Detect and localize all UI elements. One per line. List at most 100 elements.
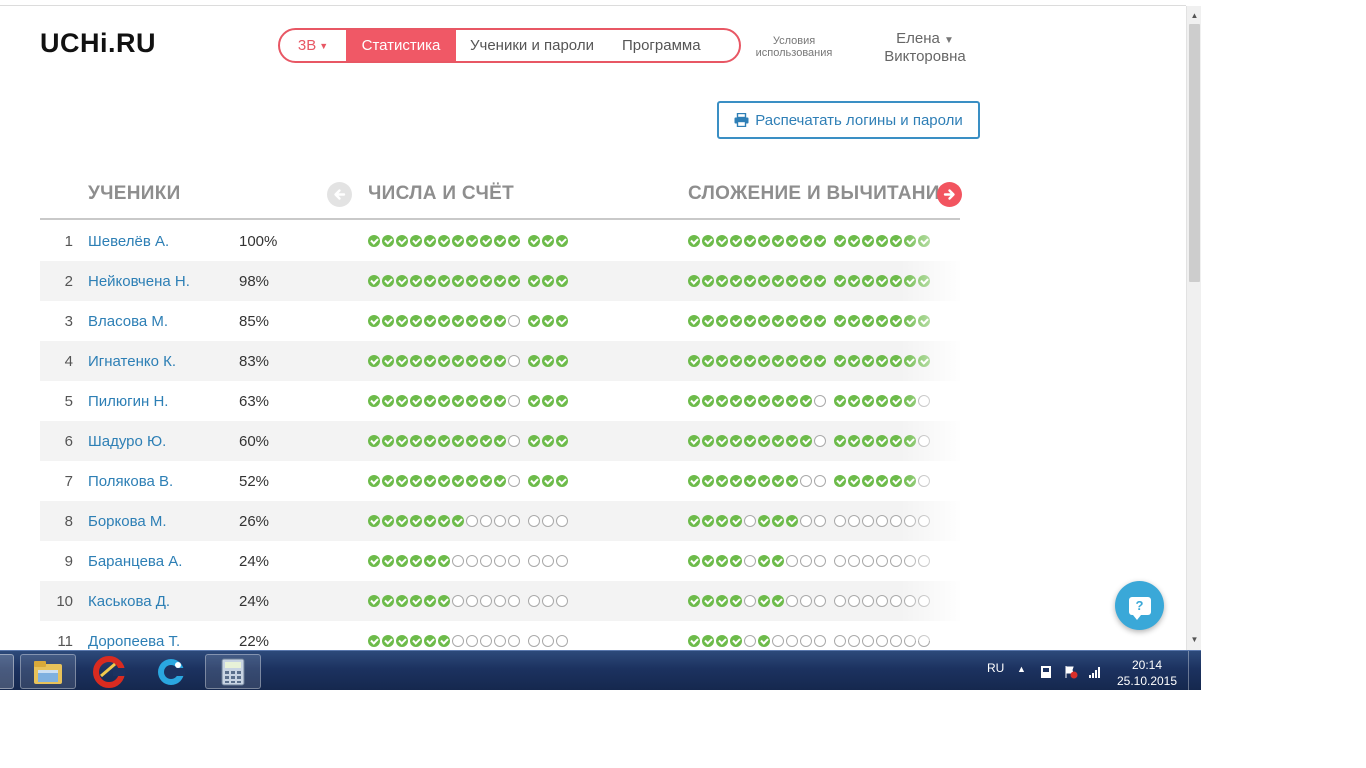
- lesson-done-icon[interactable]: [716, 315, 728, 327]
- lesson-done-icon[interactable]: [466, 355, 478, 367]
- lesson-done-icon[interactable]: [716, 595, 728, 607]
- lesson-pending-icon[interactable]: [494, 635, 506, 647]
- lesson-done-icon[interactable]: [730, 635, 742, 647]
- lesson-done-icon[interactable]: [786, 315, 798, 327]
- lesson-done-icon[interactable]: [702, 475, 714, 487]
- lesson-done-icon[interactable]: [438, 315, 450, 327]
- lesson-pending-icon[interactable]: [814, 515, 826, 527]
- lesson-done-icon[interactable]: [730, 435, 742, 447]
- lesson-done-icon[interactable]: [772, 435, 784, 447]
- lesson-done-icon[interactable]: [772, 595, 784, 607]
- lesson-done-icon[interactable]: [730, 515, 742, 527]
- student-name-link[interactable]: Каськова Д.: [88, 593, 170, 610]
- lesson-pending-icon[interactable]: [556, 555, 568, 567]
- lesson-pending-icon[interactable]: [890, 595, 902, 607]
- lesson-done-icon[interactable]: [368, 555, 380, 567]
- lesson-done-icon[interactable]: [396, 635, 408, 647]
- lesson-done-icon[interactable]: [466, 235, 478, 247]
- lesson-done-icon[interactable]: [438, 395, 450, 407]
- lesson-done-icon[interactable]: [716, 635, 728, 647]
- terms-link[interactable]: Условия использования: [753, 35, 835, 59]
- lesson-done-icon[interactable]: [382, 555, 394, 567]
- lesson-done-icon[interactable]: [424, 395, 436, 407]
- lesson-done-icon[interactable]: [772, 235, 784, 247]
- lesson-pending-icon[interactable]: [744, 635, 756, 647]
- lesson-pending-icon[interactable]: [876, 555, 888, 567]
- lesson-done-icon[interactable]: [466, 315, 478, 327]
- lesson-done-icon[interactable]: [800, 315, 812, 327]
- lesson-done-icon[interactable]: [702, 275, 714, 287]
- show-desktop-button[interactable]: [1188, 651, 1201, 690]
- lesson-pending-icon[interactable]: [508, 355, 520, 367]
- lesson-done-icon[interactable]: [772, 475, 784, 487]
- lesson-done-icon[interactable]: [716, 435, 728, 447]
- lesson-pending-icon[interactable]: [904, 635, 916, 647]
- lesson-done-icon[interactable]: [814, 355, 826, 367]
- lesson-done-icon[interactable]: [528, 315, 540, 327]
- lesson-done-icon[interactable]: [480, 315, 492, 327]
- lesson-done-icon[interactable]: [786, 435, 798, 447]
- lesson-done-icon[interactable]: [730, 395, 742, 407]
- lesson-done-icon[interactable]: [410, 475, 422, 487]
- lesson-done-icon[interactable]: [480, 355, 492, 367]
- lesson-done-icon[interactable]: [800, 275, 812, 287]
- lesson-pending-icon[interactable]: [918, 555, 930, 567]
- lesson-done-icon[interactable]: [556, 355, 568, 367]
- lesson-done-icon[interactable]: [528, 475, 540, 487]
- lesson-done-icon[interactable]: [716, 235, 728, 247]
- student-name-link[interactable]: Пилюгин Н.: [88, 393, 168, 410]
- lesson-done-icon[interactable]: [688, 235, 700, 247]
- lesson-done-icon[interactable]: [772, 395, 784, 407]
- lesson-done-icon[interactable]: [438, 435, 450, 447]
- lesson-done-icon[interactable]: [786, 355, 798, 367]
- lesson-done-icon[interactable]: [834, 395, 846, 407]
- lesson-pending-icon[interactable]: [480, 595, 492, 607]
- lesson-done-icon[interactable]: [890, 395, 902, 407]
- scroll-left-button[interactable]: [327, 182, 352, 207]
- lesson-pending-icon[interactable]: [800, 555, 812, 567]
- lesson-pending-icon[interactable]: [528, 595, 540, 607]
- lesson-pending-icon[interactable]: [834, 515, 846, 527]
- lesson-done-icon[interactable]: [716, 515, 728, 527]
- lesson-done-icon[interactable]: [424, 515, 436, 527]
- lesson-done-icon[interactable]: [800, 395, 812, 407]
- lesson-pending-icon[interactable]: [452, 555, 464, 567]
- lesson-done-icon[interactable]: [494, 475, 506, 487]
- lesson-pending-icon[interactable]: [814, 395, 826, 407]
- lesson-pending-icon[interactable]: [508, 315, 520, 327]
- lesson-done-icon[interactable]: [786, 235, 798, 247]
- scrollbar-thumb[interactable]: [1189, 24, 1200, 282]
- lesson-pending-icon[interactable]: [848, 515, 860, 527]
- lesson-done-icon[interactable]: [368, 515, 380, 527]
- lesson-done-icon[interactable]: [542, 395, 554, 407]
- lesson-done-icon[interactable]: [862, 475, 874, 487]
- lesson-done-icon[interactable]: [688, 595, 700, 607]
- student-name-link[interactable]: Баранцева А.: [88, 553, 182, 570]
- lesson-pending-icon[interactable]: [862, 635, 874, 647]
- lesson-done-icon[interactable]: [744, 355, 756, 367]
- lesson-pending-icon[interactable]: [466, 515, 478, 527]
- lesson-done-icon[interactable]: [890, 355, 902, 367]
- lesson-done-icon[interactable]: [452, 475, 464, 487]
- lesson-done-icon[interactable]: [528, 435, 540, 447]
- lesson-pending-icon[interactable]: [834, 635, 846, 647]
- taskbar-ccleaner[interactable]: [81, 654, 137, 689]
- lesson-done-icon[interactable]: [800, 355, 812, 367]
- lesson-done-icon[interactable]: [814, 235, 826, 247]
- lesson-pending-icon[interactable]: [904, 555, 916, 567]
- lesson-pending-icon[interactable]: [834, 595, 846, 607]
- lesson-pending-icon[interactable]: [918, 475, 930, 487]
- lesson-done-icon[interactable]: [918, 315, 930, 327]
- student-name-link[interactable]: Игнатенко К.: [88, 353, 176, 370]
- lesson-done-icon[interactable]: [452, 355, 464, 367]
- lesson-pending-icon[interactable]: [890, 555, 902, 567]
- lesson-done-icon[interactable]: [730, 315, 742, 327]
- tab-students-passwords[interactable]: Ученики и пароли: [456, 30, 608, 61]
- lesson-pending-icon[interactable]: [508, 635, 520, 647]
- lesson-done-icon[interactable]: [396, 515, 408, 527]
- lesson-pending-icon[interactable]: [466, 635, 478, 647]
- lesson-done-icon[interactable]: [452, 235, 464, 247]
- lesson-pending-icon[interactable]: [848, 595, 860, 607]
- lesson-pending-icon[interactable]: [862, 595, 874, 607]
- taskbar-calculator[interactable]: [205, 654, 261, 689]
